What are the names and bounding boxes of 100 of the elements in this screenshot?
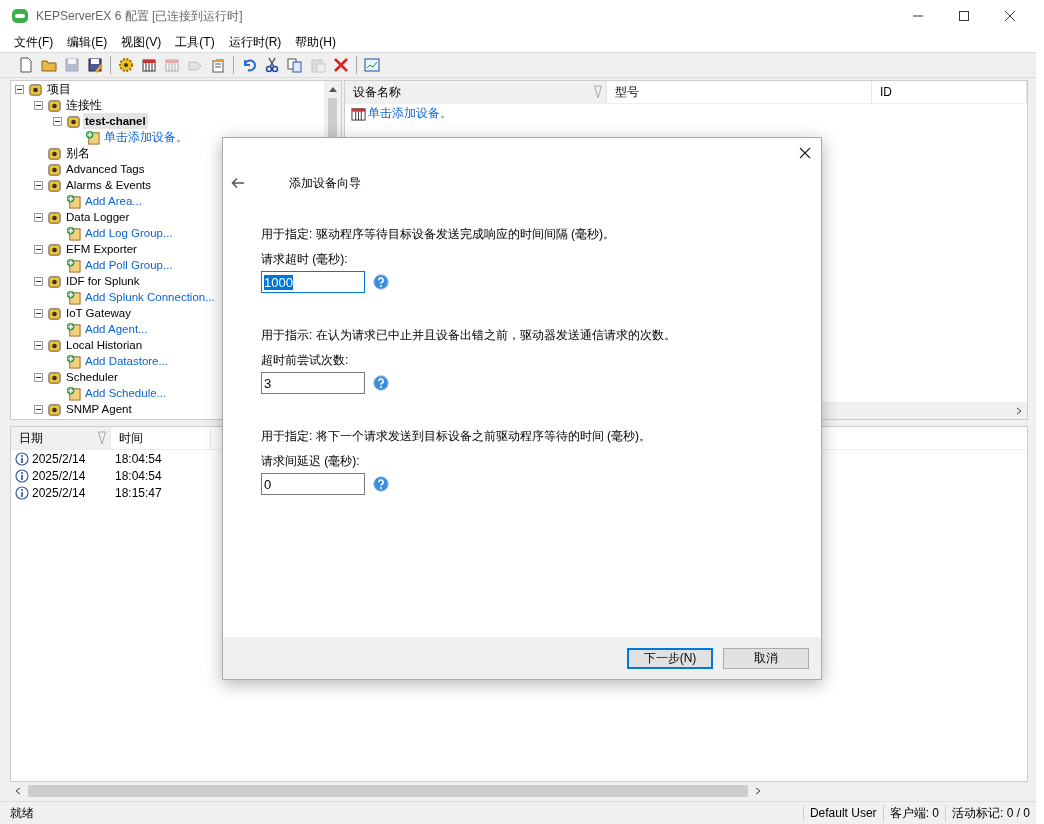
node-icon: [28, 81, 43, 97]
scissors-icon[interactable]: [264, 57, 280, 73]
expander-icon[interactable]: [34, 308, 43, 318]
expander-icon[interactable]: [34, 404, 43, 414]
tree-item[interactable]: test-chanel: [83, 113, 148, 129]
tree-item[interactable]: Add Datastore...: [83, 353, 171, 369]
description-text: 用于指定: 将下一个请求发送到目标设备之前驱动程序等待的时间 (毫秒)。: [261, 428, 652, 445]
copy-icon[interactable]: [287, 57, 303, 73]
dialog-button[interactable]: 取消: [723, 647, 809, 669]
back-arrow-icon[interactable]: [231, 177, 245, 189]
node-icon: [47, 369, 62, 385]
delete-icon[interactable]: [333, 57, 349, 73]
node-icon: [47, 161, 62, 177]
expander-icon[interactable]: [34, 180, 43, 190]
node-icon: [47, 401, 62, 417]
expander-icon[interactable]: [53, 116, 62, 126]
help-icon[interactable]: [373, 274, 389, 290]
menu-item[interactable]: 文件(F): [8, 32, 60, 52]
tree-item[interactable]: Add Schedule...: [83, 385, 169, 401]
field-label: 请求超时 (毫秒):: [261, 251, 349, 268]
input-field[interactable]: 3: [261, 372, 365, 394]
tree-item[interactable]: Add Area...: [83, 193, 144, 209]
table-cell-text: 2025/2/14: [32, 485, 87, 500]
field-label: 请求间延迟 (毫秒):: [261, 453, 361, 470]
tree-item[interactable]: IDF for Splunk: [64, 273, 142, 289]
tree-item[interactable]: Data Logger: [64, 209, 132, 225]
close-icon[interactable]: [799, 147, 811, 159]
expander-icon[interactable]: [34, 212, 43, 222]
tree-item[interactable]: SNMP Agent: [64, 401, 134, 417]
node-icon: [47, 273, 62, 289]
tree-item[interactable]: 项目: [45, 81, 73, 97]
info-icon: [15, 451, 29, 466]
clipboard-icon[interactable]: [210, 57, 226, 73]
menu-item[interactable]: 编辑(E): [61, 32, 114, 52]
tree-item[interactable]: Local Historian: [64, 337, 145, 353]
close-icon[interactable]: [1004, 10, 1016, 22]
description-text: 用于指定: 驱动程序等待目标设备发送完成响应的时间间隔 (毫秒)。: [261, 226, 616, 243]
dialog-button[interactable]: 下一步(N): [627, 647, 713, 669]
node-icon: [47, 177, 62, 193]
tree-item[interactable]: Add Agent...: [83, 321, 150, 337]
description-text: 用于指示: 在认为请求已中止并且设备出错之前，驱动器发送通信请求的次数。: [261, 327, 677, 344]
expander-icon[interactable]: [15, 84, 24, 94]
node-icon: [47, 145, 62, 161]
grid-icon[interactable]: [141, 57, 157, 73]
tree-item[interactable]: 别名: [64, 145, 92, 161]
column-header[interactable]: ID: [872, 81, 1027, 103]
menu-item[interactable]: 运行时(R): [222, 32, 288, 52]
status-text: 活动标记: 0 / 0: [944, 804, 1036, 822]
expander-icon[interactable]: [34, 340, 43, 350]
menu-item[interactable]: 工具(T): [169, 32, 221, 52]
tree-item[interactable]: IoT Gateway: [64, 305, 133, 321]
tree-item[interactable]: Scheduler: [64, 369, 120, 385]
maximize-icon[interactable]: [958, 10, 970, 22]
expander-icon[interactable]: [34, 276, 43, 286]
info-icon: [15, 468, 29, 483]
column-header[interactable]: 设备名称: [345, 81, 607, 103]
node-icon: [47, 337, 62, 353]
status-text: Default User: [802, 806, 883, 820]
column-header[interactable]: 日期: [11, 427, 111, 449]
input-field[interactable]: 1000: [261, 271, 365, 293]
node-icon: [66, 113, 81, 129]
help-icon[interactable]: [373, 375, 389, 391]
undo-icon[interactable]: [241, 57, 257, 73]
gear-icon[interactable]: [118, 57, 134, 73]
tree-item[interactable]: Add Poll Group...: [83, 257, 175, 273]
dialog-title: 添加设备向导: [289, 174, 361, 192]
tree-item[interactable]: 连接性: [64, 97, 104, 113]
info-icon: [15, 485, 29, 500]
expander-icon[interactable]: [34, 100, 43, 110]
help-icon[interactable]: [373, 476, 389, 492]
column-header[interactable]: 时间: [111, 427, 211, 449]
table-cell-text: 2025/2/14: [32, 451, 87, 466]
expander-icon[interactable]: [34, 244, 43, 254]
menu-item[interactable]: 视图(V): [115, 32, 168, 52]
node-icon: [47, 241, 62, 257]
status-text: 就绪: [9, 804, 35, 822]
tree-item[interactable]: Alarms & Events: [64, 177, 153, 193]
column-header[interactable]: 型号: [607, 81, 872, 103]
menu-item[interactable]: 帮助(H): [289, 32, 342, 52]
table-cell: 18:04:54: [115, 468, 162, 483]
tree-item[interactable]: 单击添加设备。: [102, 129, 190, 145]
folder-icon[interactable]: [41, 57, 57, 73]
table-cell-text: 2025/2/14: [32, 468, 87, 483]
window-title: KEPServerEX 6 配置 [已连接到运行时]: [36, 7, 243, 25]
chart-icon[interactable]: [364, 57, 380, 73]
tree-item[interactable]: Add Log Group...: [83, 225, 175, 241]
expander-icon[interactable]: [34, 372, 43, 382]
tree-item[interactable]: Advanced Tags: [64, 161, 147, 177]
disk-pen-icon[interactable]: [87, 57, 103, 73]
status-text: 客户端: 0: [882, 804, 945, 822]
add-device-link[interactable]: 单击添加设备。: [368, 104, 452, 122]
node-icon: [47, 209, 62, 225]
tree-item[interactable]: Add Splunk Connection...: [83, 289, 217, 305]
sort-icon: [594, 85, 602, 99]
table-cell: 18:04:54: [115, 451, 162, 466]
tree-item[interactable]: EFM Exporter: [64, 241, 139, 257]
document-icon[interactable]: [18, 57, 34, 73]
sort-icon: [98, 431, 106, 445]
input-field[interactable]: 0: [261, 473, 365, 495]
node-icon: [47, 97, 62, 113]
